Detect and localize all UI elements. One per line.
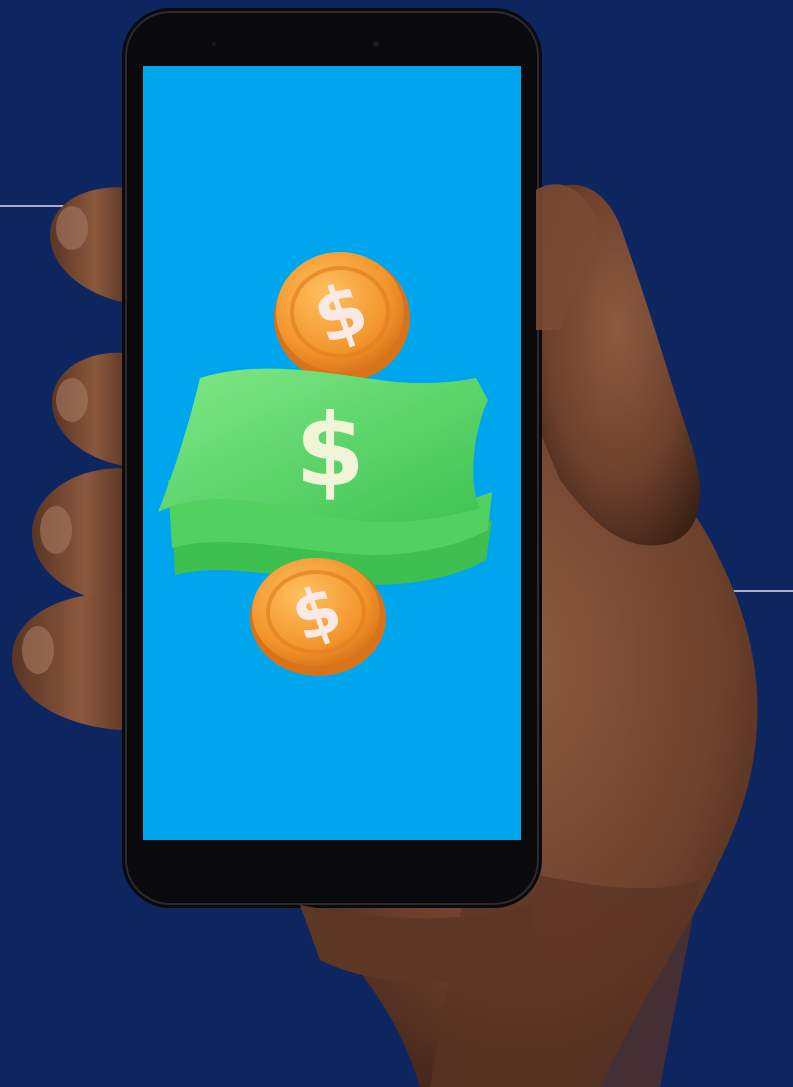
fingernail-3: [40, 506, 72, 554]
sensor-icon: [212, 42, 216, 46]
bill-symbol: $: [295, 392, 365, 509]
camera-icon: [373, 41, 379, 47]
fingernail-2: [56, 378, 88, 422]
fingernail-4: [22, 626, 54, 674]
illustration: $ $ $: [0, 0, 793, 1087]
bills-stack: $: [158, 368, 492, 585]
fingernail-1: [56, 206, 88, 250]
scene: $ $ $: [0, 0, 793, 1087]
